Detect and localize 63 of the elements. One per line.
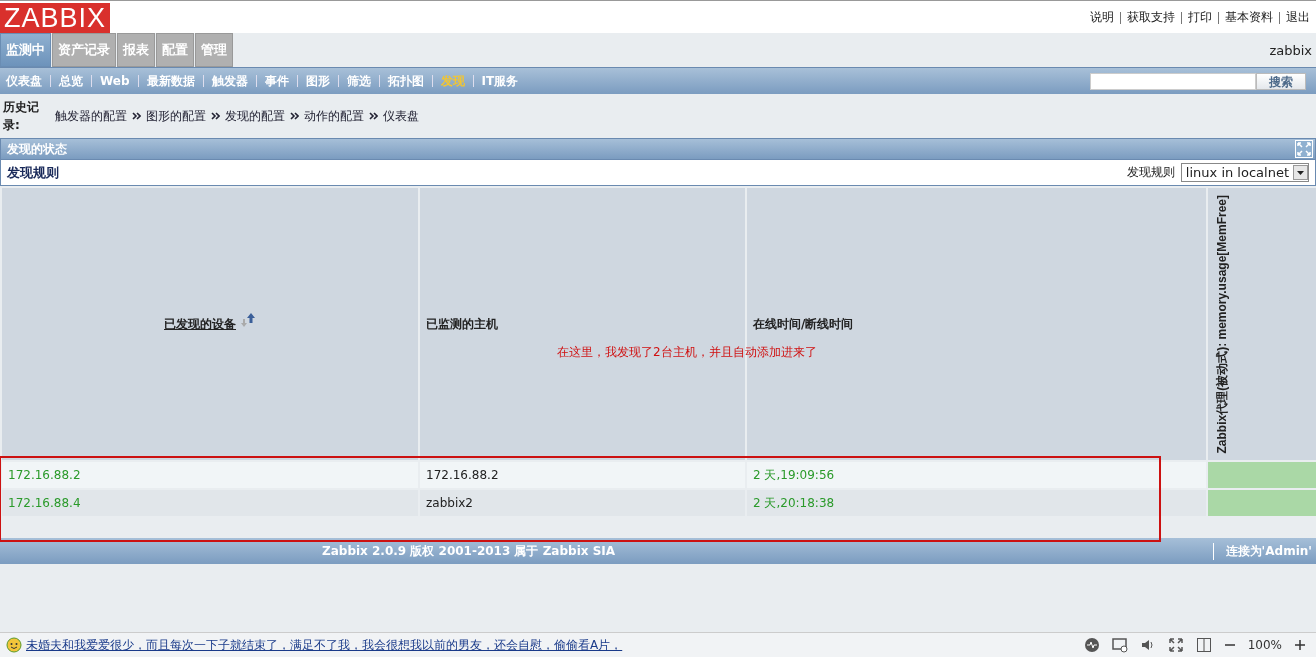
history-link[interactable]: 仪表盘	[383, 107, 419, 125]
submenu-link[interactable]: 图形	[305, 72, 330, 90]
history-label: 历史记录:	[2, 99, 40, 134]
history-link[interactable]: 发现的配置	[225, 107, 285, 125]
submenu-link[interactable]: 总览	[59, 72, 83, 90]
header-link[interactable]: 退出	[1286, 9, 1310, 26]
column-title: 在线时间/断线时间	[753, 315, 854, 333]
news-link[interactable]: 未婚夫和我爱爱很少，而且每次一下子就结束了，满足不了我，我会很想我以前的男友，还会自慰，偷偷看A片，	[22, 636, 623, 654]
column-header[interactable]: 已发现的设备	[2, 188, 418, 460]
double-chevron-icon	[369, 112, 378, 120]
main-menu-tab[interactable]: 资产记录	[52, 33, 116, 67]
table-cell: 172.16.88.2	[2, 462, 418, 488]
submenu-link[interactable]: 最新数据	[146, 72, 195, 90]
main-menu-tab[interactable]: 监测中	[0, 33, 51, 67]
history-link[interactable]: 图形的配置	[146, 107, 206, 125]
discovery-rule-dropdown[interactable]: linux in localnet	[1180, 163, 1309, 182]
section-title: 发现的状态	[6, 140, 67, 158]
connected-user: 连接为'Admin'	[1212, 542, 1316, 560]
header-link[interactable]: 说明	[1090, 9, 1114, 26]
header-link[interactable]: 打印	[1188, 9, 1212, 26]
double-chevron-icon	[290, 112, 299, 120]
fullscreen-icon[interactable]	[1167, 637, 1184, 653]
main-menu-tab[interactable]: 报表	[117, 33, 155, 67]
submenu-link[interactable]: 发现	[440, 72, 465, 90]
header-link[interactable]: 基本资料	[1225, 9, 1273, 26]
smiley-icon	[6, 637, 22, 653]
filter-title: 发现规则	[6, 163, 59, 182]
screen-icon[interactable]	[1111, 637, 1128, 653]
column-title[interactable]: 已发现的设备	[164, 315, 236, 333]
main-menu-tab[interactable]: 配置	[156, 33, 194, 67]
search-button[interactable]: 搜索	[1256, 72, 1306, 90]
zoom-level: 100%	[1247, 638, 1282, 652]
double-chevron-icon	[132, 112, 141, 120]
header-link[interactable]: 获取支持	[1127, 9, 1175, 26]
main-menu-tab[interactable]: 管理	[195, 33, 233, 67]
double-chevron-icon	[211, 112, 220, 120]
submenu-link[interactable]: IT服务	[481, 72, 519, 90]
table-cell: 2 天,20:18:38	[747, 490, 1206, 516]
submenu-link[interactable]: 事件	[264, 72, 289, 90]
submenu-link[interactable]: Web	[100, 74, 130, 88]
sort-arrows-icon[interactable]	[240, 313, 256, 327]
column-title: Zabbix代理(被动式): memory.usage[MemFree]	[1214, 194, 1230, 454]
submenu-link[interactable]: 仪表盘	[6, 72, 42, 90]
speaker-icon[interactable]	[1139, 637, 1156, 653]
zoom-in-icon[interactable]	[1294, 639, 1306, 651]
table-cell: zabbix2	[420, 490, 745, 516]
table-cell: 172.16.88.2	[420, 462, 745, 488]
copyright-text: Zabbix 2.0.9 版权 2001-2013 属于 Zabbix SIA	[321, 542, 616, 560]
submenu-link[interactable]: 筛选	[346, 72, 371, 90]
history-link[interactable]: 动作的配置	[304, 107, 364, 125]
history-link[interactable]: 触发器的配置	[55, 107, 127, 125]
submenu-link[interactable]: 拓扑图	[387, 72, 424, 90]
split-view-icon[interactable]	[1195, 637, 1212, 653]
table-cell: 172.16.88.4	[2, 490, 418, 516]
search-field[interactable]	[1090, 72, 1256, 90]
submenu-link[interactable]: 触发器	[211, 72, 248, 90]
zabbix-logo: ZABBIX	[0, 3, 111, 33]
activity-icon[interactable]	[1083, 637, 1100, 653]
column-title: 已监测的主机	[426, 315, 498, 333]
annotation-text: 在这里，我发现了2台主机，并且自动添加进来了	[557, 344, 817, 361]
table-cell: 2 天,19:09:56	[747, 462, 1206, 488]
username: zabbix	[1269, 42, 1313, 58]
filter-label: 发现规则	[1126, 164, 1175, 181]
